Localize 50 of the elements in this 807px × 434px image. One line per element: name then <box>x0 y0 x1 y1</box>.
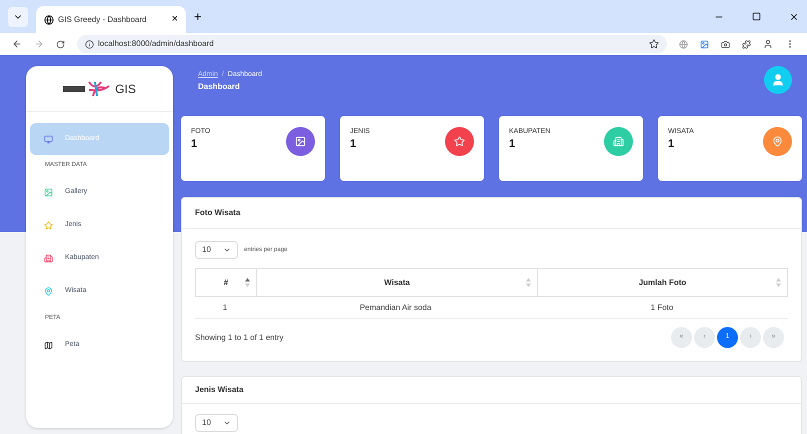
building-icon <box>613 136 624 147</box>
monitor-icon <box>44 134 53 144</box>
maximize-icon[interactable] <box>752 12 761 21</box>
logo-text: GIS <box>115 80 136 98</box>
table-info: Showing 1 to 1 of 1 entry <box>195 332 284 344</box>
map-pin-icon <box>44 287 53 296</box>
back-icon[interactable] <box>12 39 22 49</box>
star-icon <box>44 221 53 230</box>
sort-icon[interactable] <box>245 278 250 287</box>
image-icon <box>295 136 306 147</box>
camera-icon[interactable] <box>721 40 730 48</box>
card-title: Foto Wisata <box>195 207 240 219</box>
tab-title: GIS Greedy - Dashboard <box>58 14 148 26</box>
building-icon <box>44 254 53 263</box>
stat-value: 1 <box>668 138 676 150</box>
logo-drawing <box>63 80 112 98</box>
close-icon[interactable] <box>789 12 799 22</box>
map-pin-icon <box>772 136 783 147</box>
star-icon <box>454 136 465 147</box>
table-cell: 1 Foto <box>650 302 674 314</box>
stat-value: 1 <box>191 138 198 150</box>
info-icon <box>85 40 94 48</box>
profile-avatar-icon[interactable] <box>763 39 773 49</box>
url-text: localhost:8000/admin/dashboard <box>98 38 215 50</box>
bookmark-star-icon[interactable] <box>649 39 659 49</box>
extensions-icon[interactable] <box>742 40 751 48</box>
stat-value: 1 <box>509 138 516 150</box>
column-header[interactable]: Wisata <box>256 269 537 296</box>
globe-icon <box>44 14 54 24</box>
table-cell: 1 <box>222 302 228 314</box>
chevron-down-icon <box>223 419 231 427</box>
globe-icon[interactable] <box>679 40 688 48</box>
column-header[interactable]: Jumlah Foto <box>537 269 787 296</box>
column-header[interactable]: # <box>196 269 256 296</box>
user-avatar[interactable] <box>764 66 792 94</box>
browser-tab[interactable]: GIS Greedy - Dashboard × <box>36 6 186 33</box>
image-icon[interactable] <box>700 40 709 48</box>
close-tab-button[interactable]: × <box>172 11 178 28</box>
map-icon <box>44 341 53 350</box>
card-title: Jenis Wisata <box>195 384 244 396</box>
table-cell: Pemandian Air soda <box>360 302 432 314</box>
reload-icon[interactable] <box>56 40 65 48</box>
page-size-select[interactable]: 10 <box>195 414 238 432</box>
new-tab-button[interactable]: + <box>194 6 202 26</box>
chevron-down-icon <box>223 246 231 254</box>
address-bar[interactable]: localhost:8000/admin/dashboard <box>77 35 667 53</box>
page-title: Dashboard <box>198 80 241 92</box>
page-size-select[interactable]: 10 <box>195 241 238 259</box>
image-icon <box>44 188 53 197</box>
stat-value: 1 <box>350 138 358 150</box>
